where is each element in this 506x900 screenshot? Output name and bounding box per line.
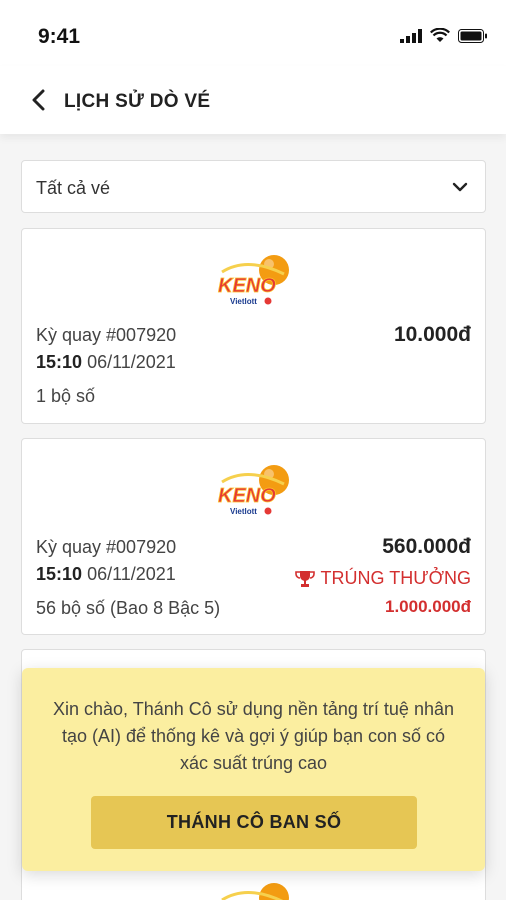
app-header: LỊCH SỬ DÒ VÉ [0,66,506,134]
chevron-down-icon [452,182,468,192]
back-button[interactable] [26,86,50,114]
ticket-price: 10.000đ [393,323,471,346]
ai-promo-banner: Xin chào, Thánh Cô sử dụng nền tảng trí … [22,668,485,871]
keno-logo-text: KENO [218,275,276,297]
ticket-filter-value: Tất cả vé [36,178,111,198]
keno-logo: KENO Vietlott [218,465,289,516]
draw-time: 15:10 [36,564,83,584]
promo-message: Xin chào, Thánh Cô sử dụng nền tảng trí … [52,699,454,773]
draw-datetime: 15:10 06/11/2021 [36,352,176,373]
draw-date: 06/11/2021 [87,352,176,372]
draw-number: Kỳ quay #007920 [36,325,177,345]
trophy-icon [294,570,315,587]
signal-icon [400,28,422,43]
vietlott-brand: Vietlott [230,297,257,306]
status-bar: 9:41 [0,0,506,66]
status-time: 9:41 [38,25,81,48]
win-label: TRÚNG THƯỞNG [320,568,471,588]
get-numbers-button[interactable]: THÁNH CÔ BAN SỐ [91,796,417,849]
status-icons [400,28,488,43]
ticket-card[interactable]: KENO Vietlott Kỳ quay #007920 15:10 06/1… [21,228,486,424]
win-amount: 1.000.000đ [384,597,471,616]
number-sets: 1 bộ số [36,386,96,406]
keno-logo [221,883,289,900]
wifi-icon [430,28,450,42]
draw-time: 15:10 [36,352,83,372]
ticket-card[interactable]: KENO Vietlott Kỳ quay #007920 15:10 06/1… [21,438,486,635]
draw-datetime: 15:10 06/11/2021 [36,564,176,585]
win-status: TRÚNG THƯỞNG [294,568,471,589]
page-title: LỊCH SỬ DÒ VÉ [64,91,211,112]
vietlott-brand: Vietlott [230,507,257,516]
back-arrow-icon [32,89,45,111]
number-sets: 56 bộ số (Bao 8 Bậc 5) [36,598,221,618]
draw-number: Kỳ quay #007920 [36,537,177,557]
battery-icon [458,28,487,43]
keno-logo: KENO Vietlott [218,255,289,306]
ticket-filter-select[interactable]: Tất cả vé [21,160,486,213]
keno-logo-text: KENO [218,485,276,507]
draw-date: 06/11/2021 [87,564,176,584]
ticket-price: 560.000đ [382,535,471,558]
